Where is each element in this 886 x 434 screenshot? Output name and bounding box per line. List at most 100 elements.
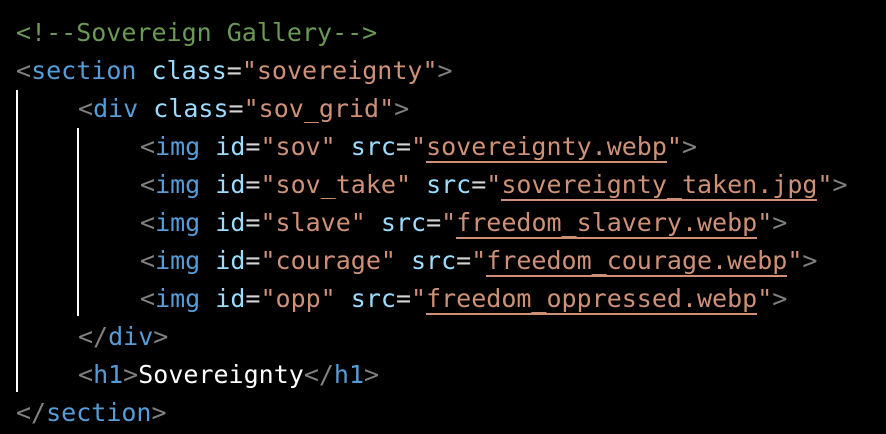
attr-equals: = [226,56,242,85]
tag-name: img [155,132,201,161]
file-link[interactable]: sovereignty.webp [426,132,667,163]
attr-equals: = [245,284,261,313]
tag-bracket: > [151,398,167,427]
attr-quote: " [380,246,396,275]
attr-value: slave [275,208,351,237]
tag-bracket: < [140,208,156,237]
tag-bracket: > [123,360,139,389]
attr-quote: " [241,56,257,85]
tag-bracket: > [364,360,380,389]
tag-bracket: > [394,94,410,123]
tag-bracket: > [772,284,788,313]
attr-quote: " [817,170,833,199]
code-line[interactable]: <img id="sov" src="sovereignty.webp"> [140,128,697,166]
attr-name: id [215,170,246,199]
attr-name: id [215,246,246,275]
code-line[interactable]: </section> [16,394,167,432]
tag-bracket: < [140,284,156,313]
attr-equals: = [456,246,472,275]
attr-name: src [350,132,396,161]
attr-quote: " [260,246,276,275]
attr-name: class [153,94,229,123]
tag-bracket: < [78,360,94,389]
attr-quote: " [350,208,366,237]
tag-bracket: </ [16,398,47,427]
attr-quote: " [471,246,487,275]
tag-bracket: > [832,170,848,199]
attr-equals: = [245,208,261,237]
code-line[interactable]: <section class="sovereignty"> [16,52,453,90]
attr-quote: " [411,132,427,161]
code-comment: <!--Sovereign Gallery--> [16,18,378,47]
tag-bracket: > [437,56,453,85]
code-line[interactable]: <h1>Sovereignty</h1> [78,356,379,394]
tag-bracket: > [772,208,788,237]
tag-name: section [46,398,152,427]
attr-quote: " [260,170,276,199]
attr-name: src [380,208,427,237]
attr-quote: " [486,170,502,199]
tag-bracket: > [153,322,169,351]
attr-name: id [215,208,246,237]
code-line[interactable]: <img id="slave" src="freedom_slavery.web… [140,204,787,242]
tag-bracket: < [140,246,156,275]
attr-name: id [215,132,246,161]
attr-quote: " [441,208,457,237]
file-link[interactable]: freedom_courage.webp [486,246,788,277]
tag-bracket: < [140,170,156,199]
indent-guide-section [16,90,18,392]
attr-quote: " [320,132,336,161]
attr-quote: " [320,284,336,313]
attr-name: src [350,284,396,313]
attr-quote: " [757,208,773,237]
tag-name: h1 [333,360,365,389]
attr-equals: = [245,246,261,275]
file-link[interactable]: freedom_oppressed.webp [426,284,758,315]
code-line[interactable]: <img id="opp" src="freedom_oppressed.web… [140,280,787,318]
code-line[interactable]: <img id="sov_take" src="sovereignty_take… [140,166,848,204]
tag-name: div [93,94,139,123]
code-line[interactable]: <img id="courage" src="freedom_courage.w… [140,242,817,280]
attr-value: courage [275,246,381,275]
attr-quote: " [243,94,259,123]
attr-name: src [411,246,457,275]
attr-equals: = [228,94,244,123]
attr-quote: " [260,132,276,161]
attr-name: class [151,56,227,85]
code-line[interactable]: </div> [78,318,168,356]
attr-quote: " [422,56,438,85]
attr-equals: = [395,132,412,161]
tag-name: div [108,322,154,351]
tag-name: img [155,170,201,199]
code-line[interactable]: <!--Sovereign Gallery--> [16,14,377,52]
tag-bracket: </ [303,360,334,389]
attr-value: sov_take [275,170,396,199]
attr-equals: = [395,284,412,313]
attr-quote: " [787,246,803,275]
attr-quote: " [260,284,276,313]
tag-bracket: > [802,246,818,275]
tag-bracket: < [140,132,156,161]
file-link[interactable]: freedom_slavery.webp [456,208,758,239]
attr-equals: = [471,170,487,199]
attr-quote: " [757,284,773,313]
attr-name: id [215,284,246,313]
code-editor[interactable]: <!--Sovereign Gallery--> <section class="… [0,0,886,434]
attr-quote: " [411,284,427,313]
tag-bracket: </ [78,322,109,351]
tag-name: img [155,284,201,313]
tag-name: h1 [93,360,124,389]
attr-value: sovereignty [256,56,423,85]
indent-guide-div [77,128,79,316]
tag-bracket: < [78,94,94,123]
attr-name: src [426,170,472,199]
tag-bracket: > [681,132,698,161]
attr-quote: " [260,208,276,237]
tag-name: img [155,246,201,275]
file-link[interactable]: sovereignty_taken.jpg [501,170,818,201]
attr-quote: " [379,94,395,123]
attr-equals: = [245,132,261,161]
code-line[interactable]: <div class="sov_grid"> [78,90,409,128]
attr-value: opp [275,284,321,313]
attr-value: sov [275,132,321,161]
